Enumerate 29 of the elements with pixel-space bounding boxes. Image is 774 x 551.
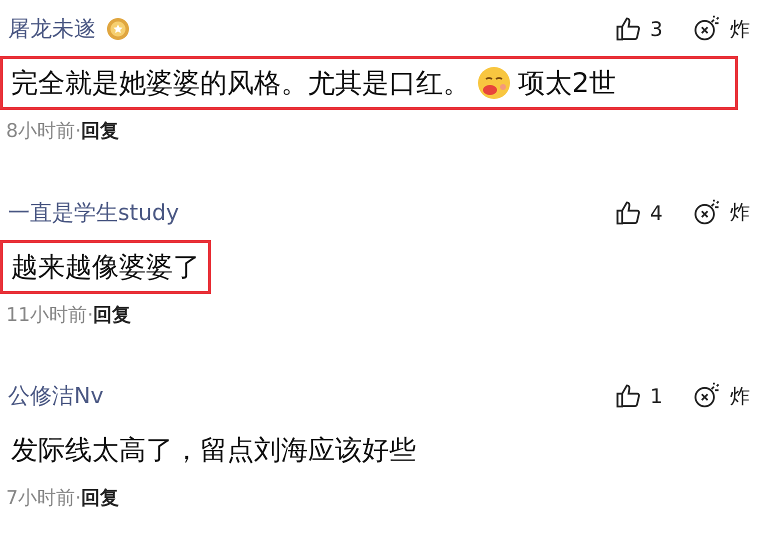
thumbs-up-icon[interactable] (614, 198, 642, 227)
username[interactable]: 一直是学生study (8, 198, 180, 228)
comment-text: 越来越像婆婆了 (11, 250, 200, 285)
separator: · (75, 487, 82, 510)
bomb-icon[interactable] (692, 198, 722, 227)
timestamp: 11小时前 (6, 302, 88, 328)
comment-text: 项太2世 (518, 67, 616, 101)
username[interactable]: 公修洁Nv (8, 381, 104, 412)
emoji-icon (476, 65, 512, 101)
bomb-icon[interactable] (692, 15, 722, 43)
like-count: 3 (650, 17, 664, 41)
reply-link[interactable]: 回复 (93, 302, 132, 328)
like-count: 4 (650, 200, 664, 225)
comment-text: 完全就是她婆婆的风格。尤其是口红。 (11, 67, 470, 101)
username[interactable]: 屠龙未遂 (8, 14, 96, 44)
thumbs-up-icon[interactable] (614, 382, 642, 410)
reply-link[interactable]: 回复 (81, 485, 120, 512)
bomb-label[interactable]: 炸 (730, 199, 750, 226)
separator: · (75, 120, 82, 142)
thumbs-up-icon[interactable] (614, 15, 642, 43)
reply-link[interactable]: 回复 (81, 118, 120, 144)
separator: · (87, 304, 94, 326)
like-count: 1 (650, 384, 664, 408)
bomb-label[interactable]: 炸 (730, 16, 750, 42)
timestamp: 8小时前 (6, 119, 76, 144)
bomb-icon[interactable] (692, 382, 722, 410)
timestamp: 7小时前 (6, 486, 76, 512)
bomb-label[interactable]: 炸 (730, 382, 750, 410)
comment-text: 发际线太高了，留点刘海应该好些 (11, 434, 416, 468)
